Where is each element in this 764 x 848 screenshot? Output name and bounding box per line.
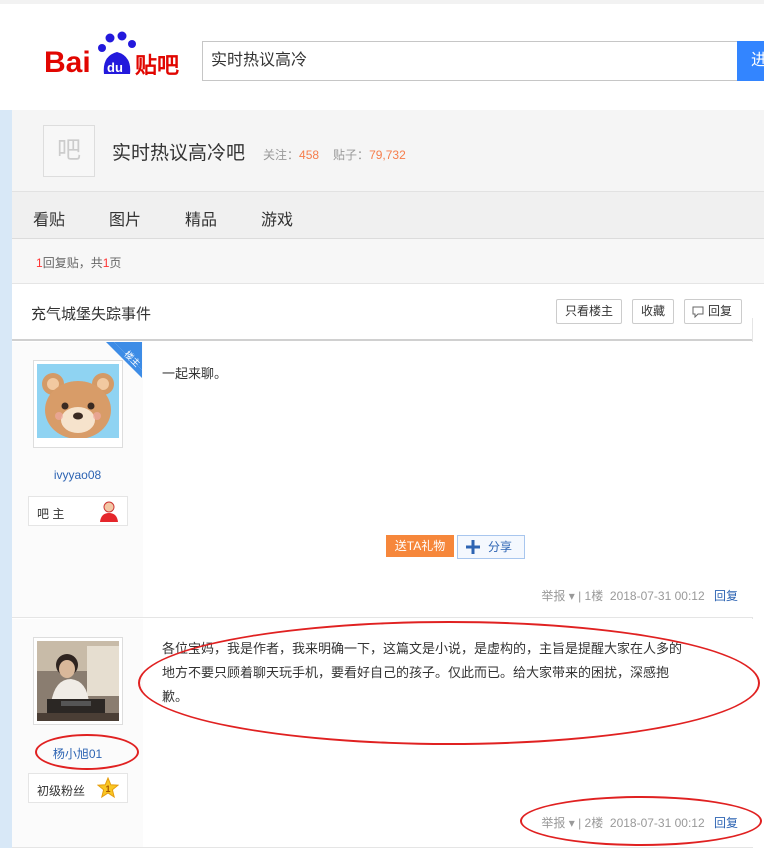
tab-games[interactable]: 游戏 [261,206,293,230]
follow-count: 458 [299,148,320,162]
post-content: 一起来聊。 [162,366,228,381]
tab-posts[interactable]: 看贴 [33,206,65,230]
op-corner-tag: 楼主 [106,342,142,378]
pagination-bar: 1回复贴，共1页 [12,239,764,284]
left-decoration-strip [0,110,12,848]
forum-stats: 关注：458 贴子：79,732 [263,146,406,163]
forum-avatar[interactable]: 吧 [43,125,95,177]
search-input[interactable]: 实时热议高冷 [202,41,738,81]
reply-count: 1 [36,256,43,270]
share-button[interactable]: 分享 [457,535,525,559]
star-level-icon: 1 [97,777,119,799]
follow-label: 关注： [263,148,300,162]
post-floor-1: 楼主 ivyyao08 吧 主 一起来聊。 送TA礼物 分享 举报 ▾ | 1楼… [12,342,753,618]
fan-level-badge[interactable]: 初级粉丝 1 [28,773,128,803]
share-label: 分享 [488,540,513,554]
posts-count: 79,732 [369,148,406,162]
baidu-tieba-logo[interactable]: Bai du 贴吧 [44,30,184,80]
reply-page-count: 1回复贴，共1页 [36,254,121,271]
reply-text: 回复贴，共 [42,256,103,270]
post-content: 各位宝妈，我是作者，我来明确一下，这篇文是小说，是虚构的，主旨是提醒大家在人多的… [162,637,742,709]
floor-number: 2楼 [584,816,604,830]
chevron-down-icon[interactable]: ▾ [569,589,575,603]
post-time: 2018-07-31 00:12 [609,589,705,603]
page-suffix: 页 [109,256,122,270]
svg-text:1: 1 [106,784,111,794]
post-content-line: 歉。 [162,689,189,704]
thread-header: 充气城堡失踪事件 只看楼主 收藏 回复 [12,284,753,341]
post-content-line: 地方不要只顾着聊天玩手机，要看好自己的孩子。仅此而已。给大家带来的困扰，深感抱 [162,665,670,680]
forum-owner-badge[interactable]: 吧 主 [28,496,128,526]
svg-text:Bai: Bai [44,46,91,79]
post-meta: 举报 ▾ | 2楼 2018-07-31 00:12 回复 [541,816,738,830]
author-name[interactable]: ivyyao08 [12,468,143,482]
comment-icon [692,306,704,318]
author-name[interactable]: 杨小旭01 [12,745,143,762]
reply-link[interactable]: 回复 [714,816,738,830]
plus-icon [466,540,480,554]
top-header: Bai du 贴吧 实时热议高冷 进 [0,0,764,110]
badge-label: 吧 主 [37,507,65,521]
badge-label: 初级粉丝 [37,784,86,798]
post-time: 2018-07-31 00:12 [609,816,705,830]
floor-number: 1楼 [584,589,604,603]
only-op-button[interactable]: 只看楼主 [556,299,622,324]
tab-featured[interactable]: 精品 [185,206,217,230]
posts-label: 贴子： [333,148,370,162]
reply-button-label: 回复 [707,304,732,318]
post-content-line: 各位宝妈，我是作者，我来明确一下，这篇文是小说，是虚构的，主旨是提醒大家在人多的 [162,641,683,656]
report-link[interactable]: 举报 [541,589,565,603]
forum-card: 吧 实时热议高冷吧 关注：458 贴子：79,732 [12,110,764,192]
reply-link[interactable]: 回复 [714,589,738,603]
forum-name[interactable]: 实时热议高冷吧 [112,138,245,165]
tab-images[interactable]: 图片 [109,206,141,230]
thread-title: 充气城堡失踪事件 [31,306,152,323]
forum-nav: 看贴 图片 精品 游戏 [12,192,764,239]
chevron-down-icon[interactable]: ▾ [569,816,575,830]
post-meta: 举报 ▾ | 1楼 2018-07-31 00:12 回复 [541,589,738,603]
search-button[interactable]: 进 [737,41,764,81]
send-gift-button[interactable]: 送TA礼物 [386,535,454,557]
svg-text:du: du [107,60,123,75]
svg-text:贴吧: 贴吧 [135,53,179,79]
favorite-button[interactable]: 收藏 [632,299,674,324]
reply-button[interactable]: 回复 [684,299,742,324]
report-link[interactable]: 举报 [541,816,565,830]
post-floor-2: 杨小旭01 初级粉丝 1 各位宝妈，我是作者，我来明确一下，这篇文是小说，是虚构… [12,619,753,848]
owner-person-icon [100,501,118,522]
avatar[interactable] [33,637,123,725]
